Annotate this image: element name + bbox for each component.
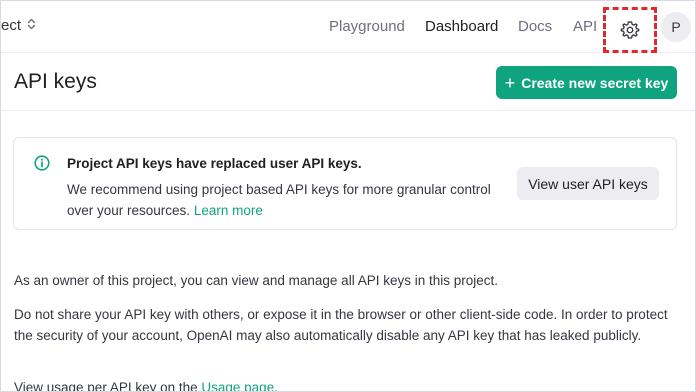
nav-link-docs[interactable]: Docs [518, 18, 552, 35]
app-frame: ect Playground Dashboard Docs API P API … [0, 0, 696, 392]
nav-link-playground[interactable]: Playground [329, 18, 405, 35]
nav-link-dashboard[interactable]: Dashboard [425, 18, 498, 35]
create-secret-key-button[interactable]: + Create new secret key [496, 66, 677, 99]
security-warning-text: Do not share your API key with others, o… [14, 307, 668, 343]
notice-body: We recommend using project based API key… [67, 179, 507, 221]
settings-button[interactable] [603, 7, 657, 53]
usage-info-text: View usage per API key on the Usage page… [14, 378, 684, 392]
learn-more-link[interactable]: Learn more [194, 203, 263, 218]
avatar[interactable]: P [661, 12, 691, 42]
info-circle-icon [34, 155, 50, 171]
project-name: ect [1, 17, 22, 34]
chevron-updown-icon [27, 18, 36, 33]
notice-title: Project API keys have replaced user API … [67, 156, 362, 171]
usage-info-suffix: . [274, 380, 278, 392]
view-user-api-keys-button[interactable]: View user API keys [517, 167, 659, 200]
notice-body-text: We recommend using project based API key… [67, 182, 491, 218]
notice-banner: Project API keys have replaced user API … [13, 137, 677, 230]
page-title: API keys [14, 70, 97, 93]
plus-icon: + [504, 72, 516, 93]
usage-page-link[interactable]: Usage page [201, 380, 274, 391]
gear-icon [620, 21, 640, 39]
usage-info-prefix: View usage per API key on the [14, 380, 198, 392]
create-secret-key-label: Create new secret key [521, 74, 669, 91]
nav-link-api[interactable]: API [573, 18, 597, 35]
top-nav: ect Playground Dashboard Docs API P [1, 1, 695, 53]
page-header: API keys + Create new secret key [1, 54, 695, 111]
owner-info-text: As an owner of this project, you can vie… [14, 273, 499, 288]
project-switcher[interactable]: ect [1, 17, 36, 34]
